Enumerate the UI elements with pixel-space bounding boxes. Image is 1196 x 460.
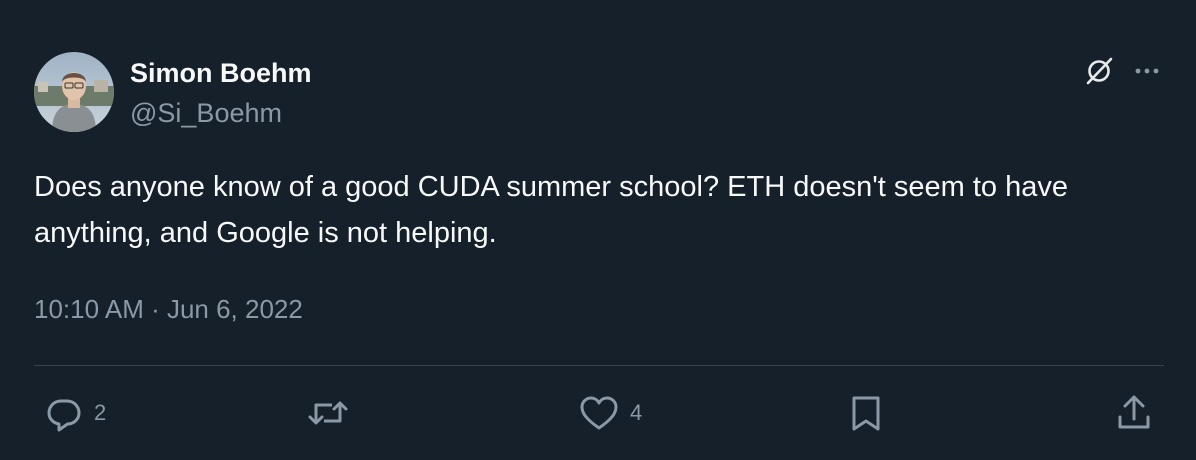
like-button[interactable]: 4 — [578, 388, 642, 438]
bookmark-button[interactable] — [848, 388, 884, 438]
more-icon[interactable] — [1132, 56, 1162, 86]
bookmark-icon — [852, 396, 880, 431]
like-count: 4 — [630, 400, 643, 425]
avatar[interactable] — [34, 52, 114, 132]
tweet-timestamp[interactable]: 10:10 AM · Jun 6, 2022 — [34, 292, 303, 326]
avatar-image — [34, 52, 114, 132]
divider — [34, 365, 1164, 366]
author-display-name[interactable]: Simon Boehm — [130, 57, 312, 89]
reply-icon — [47, 399, 81, 432]
tweet-header-actions — [1084, 56, 1162, 86]
retweet-icon — [308, 401, 348, 425]
tweet-text: Does anyone know of a good CUDA summer s… — [34, 171, 1068, 249]
tweet-action-bar: 2 4 — [0, 388, 1196, 438]
grok-icon[interactable] — [1084, 56, 1114, 86]
tweet-card: Simon Boehm @Si_Boehm Does anyone know o… — [0, 0, 1196, 460]
share-button[interactable] — [1114, 388, 1154, 438]
retweet-button[interactable] — [306, 388, 350, 438]
heart-icon — [580, 396, 618, 430]
reply-button[interactable]: 2 — [44, 388, 106, 438]
author-handle[interactable]: @Si_Boehm — [130, 97, 282, 129]
reply-count: 2 — [94, 400, 107, 425]
share-icon — [1118, 395, 1150, 429]
